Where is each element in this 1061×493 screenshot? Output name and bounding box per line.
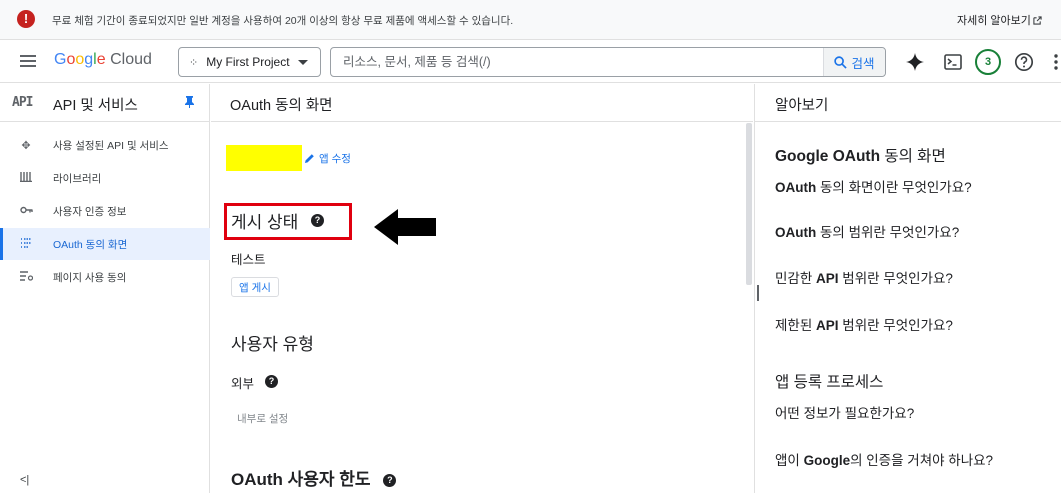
sidebar-item-library[interactable]: 라이브러리 — [0, 162, 210, 194]
scrollbar-thumb[interactable] — [746, 123, 752, 285]
diamond-arrows-icon: ✥ — [21, 139, 31, 152]
learn-panel-header: 알아보기 — [755, 84, 1061, 122]
publish-status-value: 테스트 — [231, 253, 266, 267]
chevron-down-icon — [298, 60, 308, 65]
more-vert-icon[interactable] — [1050, 51, 1061, 73]
api-badge-icon: API — [12, 95, 34, 110]
learn-more-link[interactable]: 자세히 알아보기 — [957, 12, 1042, 28]
search-bar: 검색 — [330, 47, 886, 77]
redacted-app-name — [226, 145, 302, 171]
learn-section-title: 앱 등록 프로세스 — [775, 374, 884, 391]
project-picker[interactable]: ⁘ My First Project — [178, 47, 321, 77]
key-icon — [19, 205, 33, 217]
sidebar-header: API API 및 서비스 — [0, 84, 210, 122]
gemini-sparkle-icon[interactable] — [904, 51, 926, 73]
search-input[interactable] — [331, 48, 825, 76]
publish-status-heading: 게시 상태 — [231, 213, 299, 232]
help-icon[interactable]: ? — [265, 375, 278, 388]
project-name: My First Project — [206, 55, 290, 69]
pin-icon[interactable] — [184, 95, 195, 111]
cloud-shell-icon[interactable] — [942, 51, 964, 73]
sidebar-item-enabled-apis[interactable]: ✥ 사용 설정된 API 및 서비스 — [0, 129, 210, 161]
main-header: OAuth 동의 화면 — [211, 84, 753, 122]
main-content: 앱 수정 게시 상태 ? 테스트 앱 게시 사용자 유형 외부 ? 내부로 설정… — [211, 123, 753, 493]
top-header: Google Cloud ⁘ My First Project 검색 3 — [0, 41, 1061, 83]
learn-link[interactable]: 민감한 API 범위란 무엇인가요? — [775, 267, 953, 287]
oauth-quota-heading: OAuth 사용자 한도 ? — [231, 465, 397, 490]
settings-list-icon — [19, 270, 33, 284]
google-cloud-logo[interactable]: Google Cloud — [54, 51, 152, 69]
consent-icon — [19, 237, 33, 251]
hamburger-menu-icon[interactable] — [20, 55, 36, 67]
collapse-sidebar-icon[interactable]: <| — [20, 474, 29, 486]
banner-message: 무료 체험 기간이 종료되었지만 일반 계정을 사용하여 20개 이상의 항상 … — [52, 15, 514, 27]
learn-section-title: Google OAuth 동의 화면 — [775, 148, 946, 165]
learn-link[interactable]: 앱이 Google의 인증을 거쳐야 하나요? — [775, 449, 993, 469]
project-dots-icon: ⁘ — [189, 56, 199, 69]
search-icon — [834, 55, 848, 69]
make-internal-button[interactable]: 내부로 설정 — [237, 411, 288, 426]
library-icon — [19, 171, 33, 185]
sidebar-item-oauth-consent[interactable]: OAuth 동의 화면 — [0, 228, 210, 260]
sidebar-title: API 및 서비스 — [53, 98, 138, 114]
external-link-icon — [1033, 16, 1042, 25]
sidebar-item-page-consent[interactable]: 페이지 사용 동의 — [0, 261, 210, 293]
user-type-value: 외부 — [231, 377, 255, 391]
search-button[interactable]: 검색 — [823, 48, 885, 76]
trial-banner: ! 무료 체험 기간이 종료되었지만 일반 계정을 사용하여 20개 이상의 항… — [0, 0, 1061, 40]
learn-link[interactable]: OAuth 동의 범위란 무엇인가요? — [775, 221, 959, 241]
learn-link[interactable]: OAuth 동의 화면이란 무엇인가요? — [775, 176, 972, 196]
learn-panel: 알아보기 Google OAuth 동의 화면 OAuth 동의 화면이란 무엇… — [754, 84, 1061, 493]
learn-link[interactable]: 제한된 API 범위란 무엇인가요? — [775, 314, 953, 334]
left-arrow-icon — [374, 209, 436, 245]
panel-resize-handle[interactable] — [757, 285, 759, 301]
left-sidebar: API API 및 서비스 ✥ 사용 설정된 API 및 서비스 라이브러리 사… — [0, 84, 210, 493]
pencil-icon — [305, 154, 314, 163]
publish-app-button[interactable]: 앱 게시 — [231, 277, 279, 297]
edit-app-link[interactable]: 앱 수정 — [304, 151, 351, 166]
error-icon: ! — [17, 10, 35, 28]
learn-panel-title: 알아보기 — [775, 98, 829, 114]
notifications-badge[interactable]: 3 — [975, 49, 1001, 75]
page-title: OAuth 동의 화면 — [230, 98, 333, 114]
user-type-heading: 사용자 유형 — [231, 335, 314, 354]
learn-more-label[interactable]: 자세히 알아보기 — [957, 15, 1031, 27]
learn-link[interactable]: 어떤 정보가 필요한가요? — [775, 402, 914, 422]
help-circle-icon[interactable] — [1013, 51, 1035, 73]
help-icon[interactable]: ? — [311, 214, 324, 227]
help-icon[interactable]: ? — [383, 474, 397, 488]
sidebar-item-credentials[interactable]: 사용자 인증 정보 — [0, 195, 210, 227]
